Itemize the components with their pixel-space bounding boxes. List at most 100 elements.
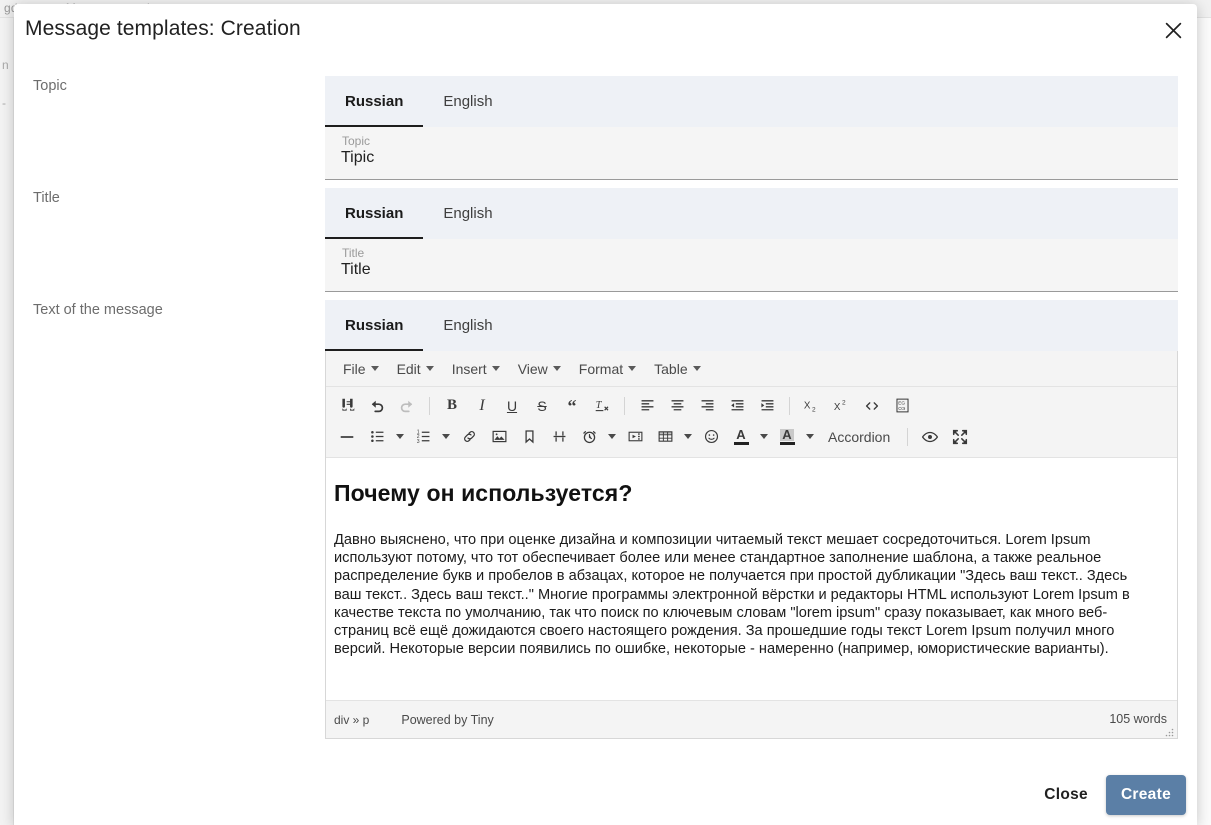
menu-edit[interactable]: Edit [388,358,443,380]
redo-icon [392,392,422,420]
horizontal-rule-icon[interactable] [332,423,362,451]
background-left-rail: n - [0,18,14,825]
close-icon[interactable] [1158,15,1188,45]
accordion-button[interactable]: Accordion [818,423,900,451]
superscript-icon[interactable]: X2 [827,392,857,420]
pagebreak-icon[interactable] [544,423,574,451]
sourcecode-icon[interactable] [857,392,887,420]
fullscreen-icon[interactable] [945,423,975,451]
numlist-chevron-down-icon[interactable] [438,423,454,451]
editor-paragraph: Давно выяснено, что при оценке дизайна и… [334,532,1130,658]
topic-input[interactable] [341,149,1141,167]
language-tabs-title: Russian English [325,188,1178,239]
italic-icon[interactable]: I [467,392,497,420]
bullist-icon[interactable] [362,423,392,451]
align-left-icon[interactable] [632,392,662,420]
field-label-topic: Topic [33,78,67,94]
editor-menubar: File Edit Insert View Format Table [326,351,1177,387]
tab-topic-russian[interactable]: Russian [325,76,424,127]
align-center-icon[interactable] [662,392,692,420]
field-label-message: Text of the message [33,302,163,318]
tab-message-russian[interactable]: Russian [325,300,424,351]
chevron-down-icon [370,366,379,371]
textfield-label-topic: Topic [342,134,371,148]
svg-text:2: 2 [812,406,816,413]
menu-edit-label: Edit [396,360,421,377]
blockquote-icon[interactable]: “ [557,392,587,420]
tab-title-english[interactable]: English [423,188,512,239]
svg-text:3: 3 [416,439,419,445]
chevron-down-icon [552,366,561,371]
toolbar-separator [624,396,625,415]
menu-file[interactable]: File [334,358,388,380]
numlist-icon[interactable]: 123 [408,423,438,451]
editor-toolbar: B I U S “ T X 2 X 2 EG ОЭ 1 2 3 A A Acco… [326,387,1177,458]
indent-icon[interactable] [752,392,782,420]
insertdatetime-chevron-down-icon[interactable] [604,423,620,451]
undo-icon[interactable] [362,392,392,420]
chevron-down-icon [425,366,434,371]
svg-text:EG: EG [898,401,905,406]
menu-format-label: Format [578,360,624,377]
menu-table-label: Table [654,360,688,377]
insertdatetime-icon[interactable] [574,423,604,451]
subscript-icon[interactable]: X2 [797,392,827,420]
svg-text:T: T [595,400,602,411]
bullist-chevron-down-icon[interactable] [392,423,408,451]
svg-text:X: X [804,400,811,411]
menu-table[interactable]: Table [645,358,709,380]
resize-handle-icon[interactable] [1164,727,1174,737]
forecolor-chevron-down-icon[interactable] [756,423,772,451]
editor-toolbar-row-1: B I U S “ T X 2 X 2 EG ОЭ [332,390,1171,421]
word-count[interactable]: 105 words [1109,712,1167,726]
editor-content-area[interactable]: Почему он используется? Давно выяснено, … [326,458,1177,700]
menu-view[interactable]: View [509,358,570,380]
media-icon[interactable] [620,423,650,451]
page-scrollbar[interactable] [1196,18,1211,825]
table-chevron-down-icon[interactable] [680,423,696,451]
tab-title-russian[interactable]: Russian [325,188,424,239]
menu-view-label: View [517,360,548,377]
underline-icon[interactable]: U [497,392,527,420]
menu-file-label: File [343,360,366,377]
align-right-icon[interactable] [692,392,722,420]
create-button[interactable]: Create [1105,774,1186,815]
tab-topic-english[interactable]: English [423,76,512,127]
forecolor-icon[interactable]: A [726,423,756,451]
menu-insert[interactable]: Insert [443,358,509,380]
chevron-down-icon [692,366,701,371]
toolbar-separator [429,396,430,415]
svg-text:X: X [834,402,841,413]
background-left-glyph-1: n [2,58,9,72]
searchreplace-icon[interactable] [332,392,362,420]
chevron-down-icon [628,366,637,371]
backcolor-icon[interactable]: A [772,423,802,451]
editor-heading: Почему он используется? [334,480,633,506]
bold-icon[interactable]: B [437,392,467,420]
anchor-icon[interactable] [514,423,544,451]
outdent-icon[interactable] [722,392,752,420]
background-left-glyph-2: - [2,96,6,110]
table-icon[interactable] [650,423,680,451]
language-tabs-topic: Russian English [325,76,1178,127]
removeformat-icon[interactable]: T [587,392,617,420]
element-path[interactable]: div » p [334,713,369,727]
close-button[interactable]: Close [1030,776,1102,814]
image-icon[interactable] [484,423,514,451]
textfield-title: Title [325,239,1178,292]
tab-message-english[interactable]: English [423,300,512,351]
preview-icon[interactable] [915,423,945,451]
field-panel-message: Russian English File Edit Insert View Fo… [325,300,1178,739]
title-input[interactable] [341,261,1141,279]
backcolor-chevron-down-icon[interactable] [802,423,818,451]
strikethrough-icon[interactable]: S [527,392,557,420]
language-tabs-message: Russian English [325,300,1178,351]
editor-toolbar-row-2: 123 A A Accordion [332,421,1171,452]
page-title: Message templates: Creation [25,17,301,40]
editor-branding[interactable]: Powered by Tiny [401,713,493,727]
charmap-icon[interactable]: EG ОЭ [887,392,917,420]
menu-format[interactable]: Format [570,358,645,380]
link-icon[interactable] [454,423,484,451]
rich-text-editor: File Edit Insert View Format Table B I U… [325,351,1178,739]
emoticons-icon[interactable] [696,423,726,451]
